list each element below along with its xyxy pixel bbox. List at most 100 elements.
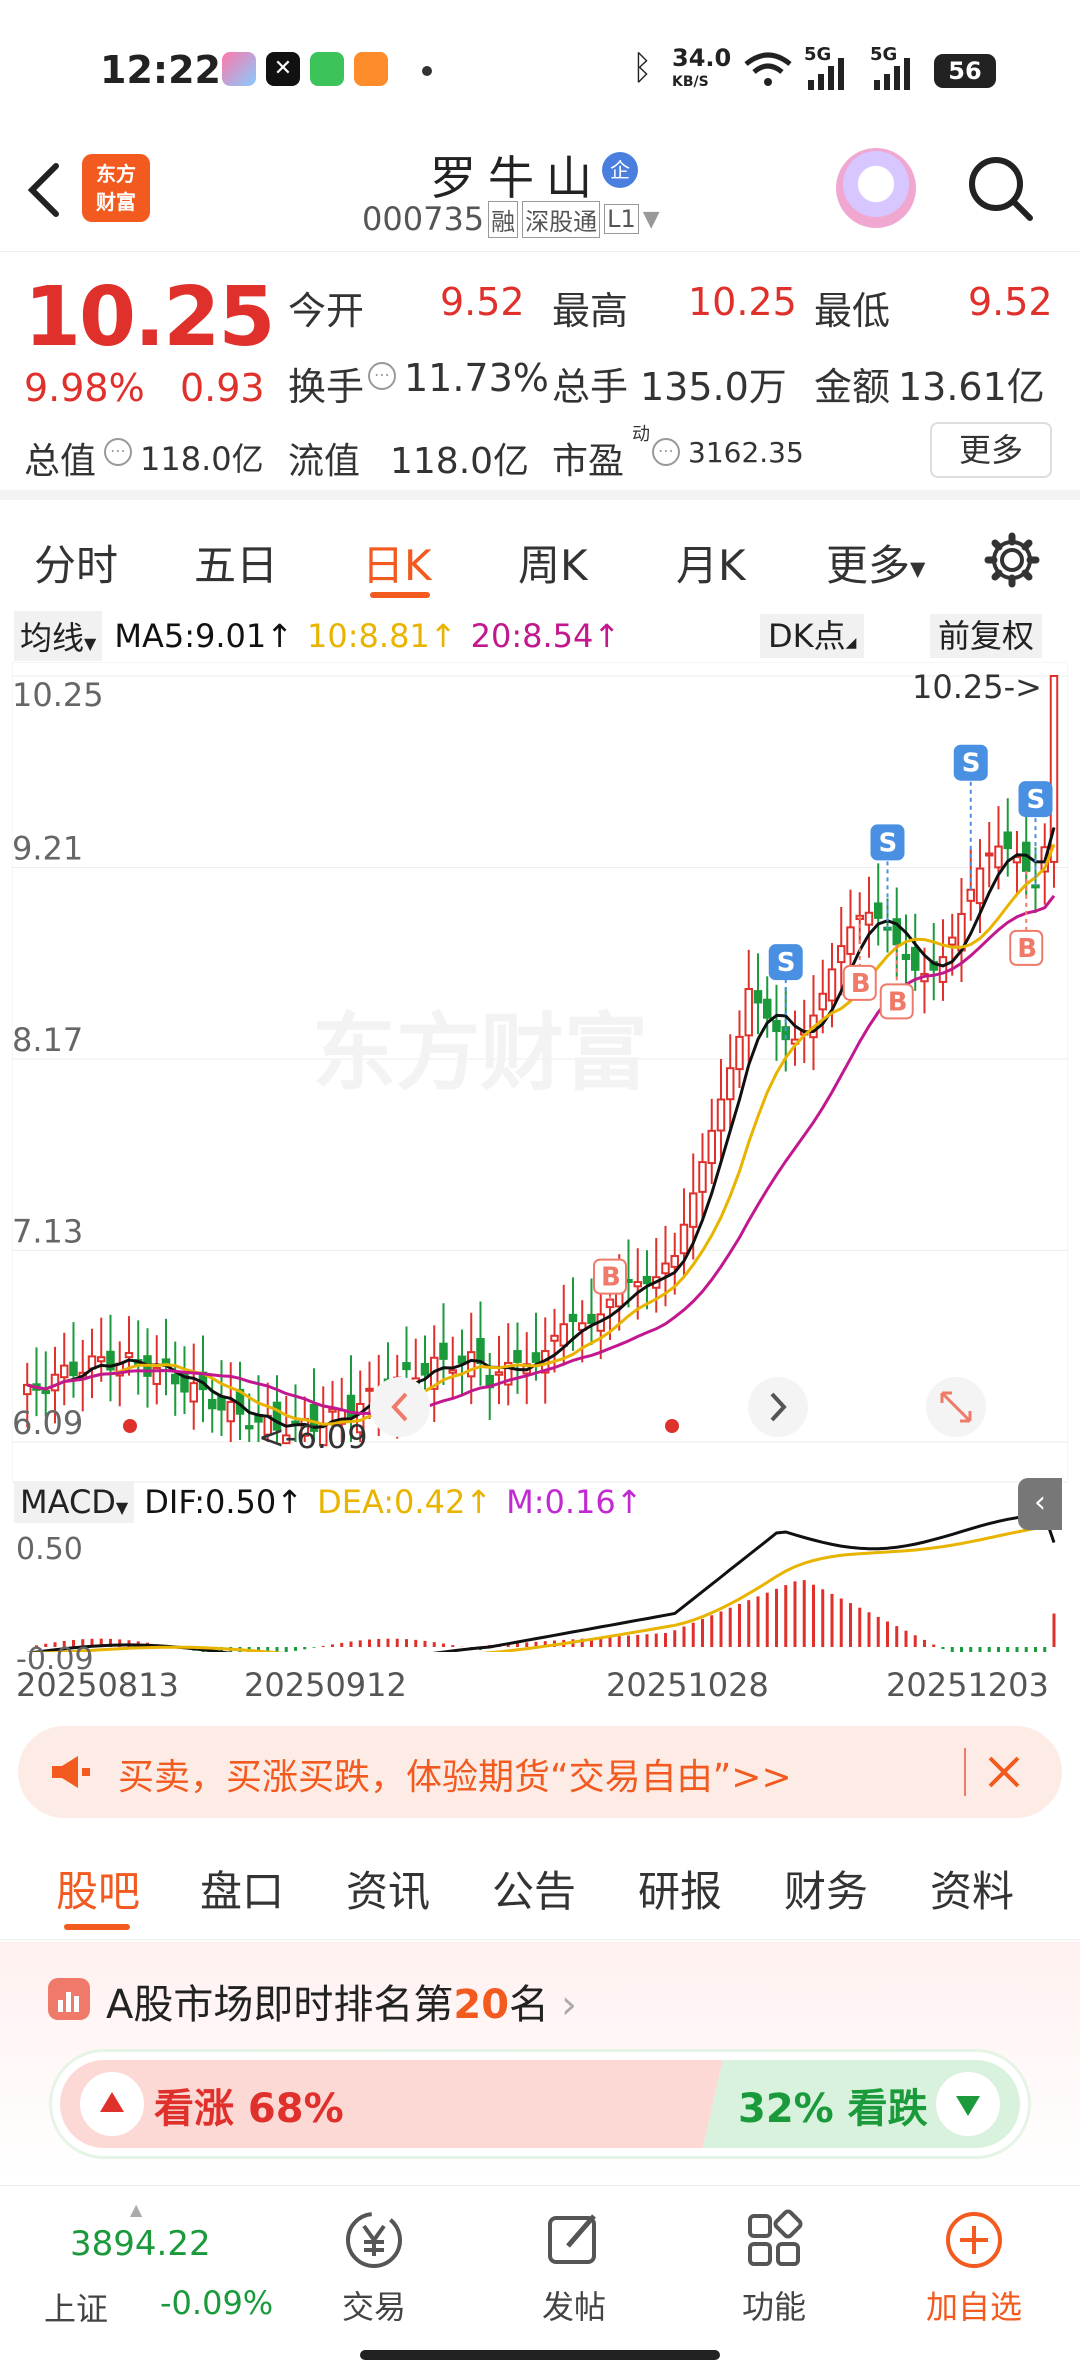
candle-body [217,1395,226,1411]
stock-code: 000735 [362,200,485,238]
turnover-label: 换手 [288,365,365,409]
tab-guba[interactable]: 股吧 [56,1858,140,1919]
sell-signal-label: S [1026,785,1045,815]
macd-selector[interactable]: MACD▼ [14,1481,135,1523]
candle-body [531,1352,541,1363]
date-label-4: 20251203 [886,1666,1049,1704]
max-price-label: 10.25-> [912,668,1042,706]
dk-label: DK点 [768,617,846,655]
m-readout: M:0.16↑ [506,1483,643,1521]
capcut-icon: ✕ [266,52,300,86]
event-dot[interactable] [665,1419,679,1433]
close-icon[interactable] [984,1752,1024,1792]
search-icon[interactable] [966,154,1036,224]
ranking-icon [48,1978,90,2020]
candle-body [661,1262,670,1275]
more-button[interactable]: 更多 [930,422,1052,478]
tab-five-day[interactable]: 五日 [194,532,278,593]
dk-point-selector[interactable]: DK点◢ [760,614,865,658]
candle-body [772,1020,781,1033]
eastmoney-logo[interactable]: 东方 财富 [82,154,150,222]
nav-functions[interactable]: 功能 [674,2186,874,2328]
candle-body [827,968,837,1002]
ma-selector[interactable]: 均线▼ [14,611,103,661]
tab-more[interactable]: 更多▼ [826,532,925,593]
volume-value: 135.0万 [640,365,787,409]
tab-research[interactable]: 研报 [638,1858,722,1919]
ma5-line [26,827,1056,1429]
status-time: 12:22 [100,48,221,92]
change-amount: 0.93 [180,366,265,410]
tag-margin: 融 [488,200,519,238]
app-icon-1 [222,52,256,86]
promo-banner[interactable]: 买卖，买涨买跌，体验期货“交易自由”>> [18,1726,1062,1818]
kline-chart-area[interactable]: 均线▼ MA5:9.01↑ 10:8.81↑ 20:8.54↑ DK点◢ 前复权… [12,611,1068,1710]
ranking-number: 20 [453,1982,510,2028]
index-widget[interactable]: ▲ 3894.22 上证 -0.09% [24,2200,274,2328]
candle-body [448,1369,457,1374]
bluetooth-icon: ᛒ [632,48,653,88]
info-icon[interactable]: ⋯ [104,438,132,466]
robot-assistant-icon[interactable] [836,148,916,228]
nav-post[interactable]: 发帖 [474,2186,674,2328]
macd-y-top: 0.50 [16,1532,83,1567]
candle-body [97,1356,106,1363]
adjust-selector[interactable]: 前复权 [930,614,1043,658]
settings-gear-icon[interactable] [984,532,1040,588]
message-icon [310,52,344,86]
notification-dot-icon [422,66,432,76]
collapse-panel-button[interactable]: ‹ [1018,1478,1062,1530]
y-label-top: 10.25 [12,676,104,714]
tab-weekly-k[interactable]: 周K [518,532,588,593]
tab-profile[interactable]: 资料 [930,1858,1014,1919]
tab-minute[interactable]: 分时 [34,532,118,593]
candle-body [901,953,911,960]
bullish-label: 看涨 68% [154,2086,344,2132]
candle-body [457,1355,467,1364]
section-tabs: 股吧 盘口 资讯 公告 研报 财务 资料 [0,1830,1080,1940]
net-speed-value: 34.0 [672,44,732,72]
tab-finance[interactable]: 财务 [784,1858,868,1919]
bearish-label: 32% 看跌 [738,2086,928,2132]
grid-apps-icon [748,2209,803,2266]
tab-announcements[interactable]: 公告 [492,1858,576,1919]
candle-body [559,1323,568,1347]
down-arrow-icon[interactable] [936,2072,1000,2136]
megaphone-icon [48,1750,92,1794]
status-bar: 12:22 ✕ ᛒ 34.0 KB/S 5G 5G 56 [0,0,1080,140]
ranking-text[interactable]: A股市场即时排名第20名 › [106,1972,577,2030]
up-arrow-icon[interactable] [80,2072,144,2136]
back-arrow-icon[interactable] [24,160,64,220]
candle-body [41,1390,50,1395]
battery-icon: 56 [934,54,996,88]
candle-body [587,1313,596,1324]
nav-add-watchlist[interactable]: 加自选 [874,2186,1074,2328]
caret-up-icon: ▲ [130,2200,143,2219]
candle-body [670,1255,679,1268]
yen-circle-icon [346,2212,402,2268]
nav-trade[interactable]: 交易 [274,2186,474,2328]
y-label-2: 9.21 [12,830,83,868]
candle-body [716,1098,726,1132]
info-icon[interactable]: ⋯ [652,438,680,466]
tab-news[interactable]: 资讯 [346,1858,430,1919]
tab-daily-k[interactable]: 日K [362,532,432,593]
volume-label: 总手 [552,365,629,409]
stock-code-row[interactable]: 000735 融 深股通 L1 ▼ [362,200,660,238]
stock-name: 罗牛山 [430,151,604,205]
tab-market[interactable]: 盘口 [200,1858,284,1919]
nav-add-watchlist-label: 加自选 [925,2288,1022,2326]
next-button[interactable] [748,1377,808,1437]
candle-body [689,1192,698,1228]
event-dot[interactable] [123,1419,137,1433]
candle-body [642,1275,652,1285]
candle-body [948,936,957,946]
high-value: 10.25 [688,280,797,324]
tab-monthly-k[interactable]: 月K [676,532,746,593]
pe-label: 市盈 [552,441,625,482]
home-indicator [360,2350,720,2360]
info-icon[interactable]: ⋯ [368,362,396,390]
prev-button[interactable] [370,1377,430,1437]
tag-connect: 深股通 [522,200,601,238]
y-label-4: 7.13 [12,1213,83,1251]
